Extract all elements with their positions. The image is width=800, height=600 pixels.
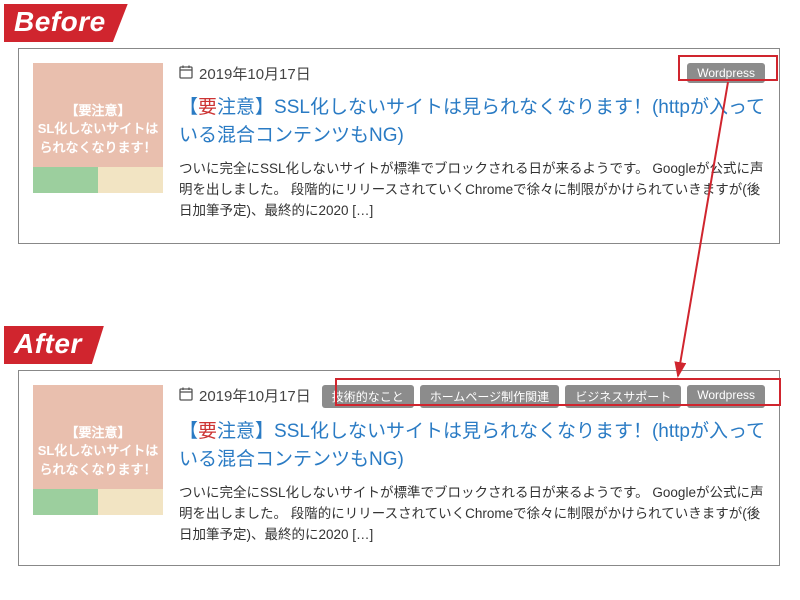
post-card-before[interactable]: 【要注意】 SL化しないサイトは られなくなります！ 2019年10月17日 W… bbox=[18, 48, 780, 244]
title-bracket-open: 【 bbox=[179, 421, 198, 442]
post-excerpt: ついに完全にSSL化しないサイトが標準でブロックされる日が来るようです。 Goo… bbox=[179, 159, 765, 222]
title-rest: 注意】SSL化しないサイトは見られなくなります！(httpが入っている混合コンテ… bbox=[179, 97, 765, 146]
post-title[interactable]: 【要注意】SSL化しないサイトは見られなくなります！(httpが入っている混合コ… bbox=[179, 94, 765, 149]
post-excerpt: ついに完全にSSL化しないサイトが標準でブロックされる日が来るようです。 Goo… bbox=[179, 483, 765, 546]
thumb-overlay-line3: られなくなります！ bbox=[39, 462, 156, 479]
post-date: 2019年10月17日 bbox=[199, 385, 311, 406]
after-badge: After bbox=[4, 326, 104, 364]
thumb-overlay-line2: SL化しないサイトは bbox=[38, 121, 159, 138]
calendar-icon bbox=[179, 387, 193, 404]
post-title[interactable]: 【要注意】SSL化しないサイトは見られなくなります！(httpが入っている混合コ… bbox=[179, 418, 765, 473]
post-date-group: 2019年10月17日 bbox=[179, 385, 311, 406]
thumb-overlay-line3: られなくなります！ bbox=[39, 140, 156, 157]
callout-box-before bbox=[678, 55, 778, 81]
post-thumbnail: 【要注意】 SL化しないサイトは られなくなります！ bbox=[33, 63, 163, 193]
thumb-overlay-line2: SL化しないサイトは bbox=[38, 443, 159, 460]
title-red-word: 要 bbox=[198, 97, 217, 118]
title-rest: 注意】SSL化しないサイトは見られなくなります！(httpが入っている混合コンテ… bbox=[179, 421, 765, 470]
post-date-group: 2019年10月17日 bbox=[179, 63, 311, 84]
thumb-overlay-line1: 【要注意】 bbox=[65, 100, 130, 119]
calendar-icon bbox=[179, 65, 193, 82]
post-body: 2019年10月17日 技術的なこと ホームページ制作関連 ビジネスサポート W… bbox=[163, 385, 765, 551]
before-badge: Before bbox=[4, 4, 128, 42]
thumb-decor bbox=[33, 489, 163, 515]
thumb-decor bbox=[33, 167, 163, 193]
callout-box-after bbox=[335, 378, 781, 406]
post-date: 2019年10月17日 bbox=[199, 63, 311, 84]
post-thumbnail: 【要注意】 SL化しないサイトは られなくなります！ bbox=[33, 385, 163, 515]
title-bracket-open: 【 bbox=[179, 97, 198, 118]
title-red-word: 要 bbox=[198, 421, 217, 442]
post-body: 2019年10月17日 Wordpress 【要注意】SSL化しないサイトは見ら… bbox=[163, 63, 765, 229]
thumb-overlay-line1: 【要注意】 bbox=[65, 422, 130, 441]
